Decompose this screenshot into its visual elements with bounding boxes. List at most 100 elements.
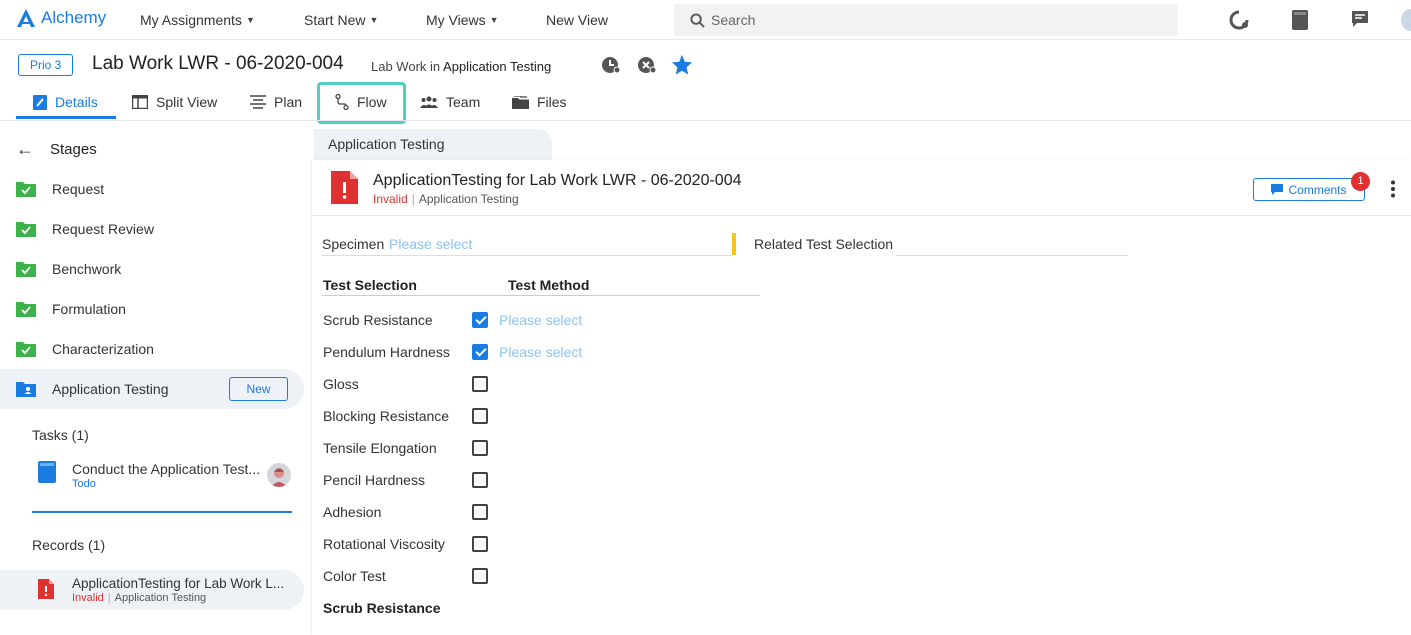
related-test-selection-label: Related Test Selection	[754, 236, 894, 252]
more-options-icon[interactable]	[1390, 180, 1396, 198]
top-navigation: Alchemy My Assignments ▼ Start New ▼ My Vi…	[0, 0, 1411, 40]
test-row-label: Adhesion	[323, 504, 382, 520]
folder-check-icon	[16, 342, 36, 357]
nav-my-views[interactable]: My Views ▼	[426, 12, 499, 28]
test-row-label: Pendulum Hardness	[323, 344, 450, 360]
folder-check-icon	[16, 182, 36, 197]
table-header-divider	[322, 295, 760, 296]
stage-breadcrumb-tab[interactable]: Application Testing	[314, 129, 552, 160]
notebook-icon[interactable]	[1292, 10, 1308, 30]
record-item[interactable]: ApplicationTesting for Lab Work L... Inv…	[0, 570, 304, 610]
test-method-select[interactable]: Please select	[499, 312, 582, 328]
tab-plan[interactable]: Plan	[250, 94, 302, 110]
stage-benchwork[interactable]: Benchwork	[0, 249, 304, 289]
test-checkbox[interactable]	[472, 536, 488, 552]
test-selection-header: Test Selection	[323, 277, 417, 293]
chevron-down-icon: ▼	[369, 15, 379, 25]
specimen-label: Specimen	[322, 236, 385, 252]
alchemy-logo-icon	[17, 9, 35, 27]
folder-check-icon	[16, 262, 36, 277]
specimen-select[interactable]: Please select	[389, 236, 472, 252]
stages-header: ← Stages	[16, 139, 97, 160]
history-icon[interactable]	[600, 54, 622, 76]
chat-icon[interactable]	[1351, 10, 1369, 28]
comments-count-badge: 1	[1351, 172, 1370, 191]
test-checkbox[interactable]	[472, 312, 488, 328]
test-row-label: Tensile Elongation	[323, 440, 437, 456]
invalid-document-icon	[38, 579, 54, 599]
chevron-down-icon: ▼	[489, 15, 499, 25]
record-title: ApplicationTesting for Lab Work L...	[72, 576, 285, 591]
test-checkbox[interactable]	[472, 376, 488, 392]
page-subtitle: Lab Work in Application Testing	[371, 59, 552, 74]
task-title: Conduct the Application Test...	[72, 461, 261, 477]
active-tab-indicator	[16, 116, 116, 119]
test-checkbox[interactable]	[472, 408, 488, 424]
test-row-label: Blocking Resistance	[323, 408, 450, 424]
record-title-heading: ApplicationTesting for Lab Work LWR - 06…	[373, 172, 742, 189]
nav-new-view[interactable]: New View	[546, 12, 608, 28]
notebook-task-icon	[38, 461, 56, 483]
assignee-avatar[interactable]	[267, 463, 291, 487]
new-button[interactable]: New	[229, 377, 288, 401]
test-method-header: Test Method	[508, 277, 590, 293]
logo-text: Alchemy	[41, 8, 107, 27]
tab-files[interactable]: Files	[512, 94, 567, 110]
test-checkbox[interactable]	[472, 472, 488, 488]
test-checkbox[interactable]	[472, 344, 488, 360]
tab-details[interactable]: Details	[33, 94, 98, 110]
test-checkbox[interactable]	[472, 440, 488, 456]
document-edit-icon	[33, 94, 47, 110]
search-icon	[690, 12, 705, 28]
tasks-section-label: Tasks (1)	[32, 427, 89, 443]
test-checkbox[interactable]	[472, 504, 488, 520]
page-title: Lab Work LWR - 06-2020-004	[92, 53, 344, 74]
stage-formulation[interactable]: Formulation	[0, 289, 304, 329]
search-input[interactable]: Search	[674, 4, 1178, 36]
flow-tab-highlight	[317, 82, 406, 124]
test-row-label: Gloss	[323, 376, 359, 392]
stages-sidebar: ← Stages Request Request Review Benchwor…	[0, 121, 312, 635]
tab-team[interactable]: Team	[420, 94, 480, 110]
user-avatar[interactable]	[1401, 9, 1411, 31]
record-subtitle: Invalid | Application Testing	[373, 192, 519, 206]
team-icon	[420, 96, 438, 108]
task-status: Todo	[72, 478, 96, 490]
folder-user-icon	[16, 382, 36, 397]
comment-icon	[1271, 184, 1284, 195]
nav-start-new[interactable]: Start New ▼	[304, 12, 378, 28]
test-row-label: Color Test	[323, 568, 386, 584]
task-progress-line	[32, 511, 292, 513]
invalid-document-icon	[331, 171, 358, 204]
required-indicator	[732, 233, 736, 255]
files-icon	[512, 95, 529, 109]
record-meta: Invalid | Application Testing	[72, 592, 207, 604]
stage-application-testing[interactable]: Application Testing New	[0, 369, 304, 409]
tab-split-view[interactable]: Split View	[132, 94, 217, 110]
specimen-underline	[322, 255, 732, 256]
priority-badge[interactable]: Prio 3	[18, 54, 74, 76]
split-view-icon	[132, 95, 148, 109]
plan-lines-icon	[250, 95, 266, 109]
related-test-selection-input[interactable]	[896, 255, 1128, 256]
test-row-label: Rotational Viscosity	[323, 536, 445, 552]
chevron-down-icon: ▼	[245, 15, 255, 25]
folder-check-icon	[16, 302, 36, 317]
records-section-label: Records (1)	[32, 537, 106, 553]
favorite-star-icon[interactable]	[670, 54, 694, 76]
task-item[interactable]: Conduct the Application Test... Todo	[38, 461, 260, 490]
card-header-divider	[312, 215, 1411, 216]
stage-request-review[interactable]: Request Review	[0, 209, 304, 249]
test-checkbox[interactable]	[472, 568, 488, 584]
alchemy-logo[interactable]: Alchemy	[16, 8, 106, 28]
test-method-select[interactable]: Please select	[499, 344, 582, 360]
back-arrow-icon[interactable]: ←	[16, 139, 34, 160]
recent-activity-icon[interactable]	[1229, 10, 1249, 30]
stage-characterization[interactable]: Characterization	[0, 329, 304, 369]
folder-check-icon	[16, 222, 36, 237]
comments-button[interactable]: Comments	[1253, 178, 1365, 201]
cancel-history-icon[interactable]	[636, 54, 658, 76]
nav-my-assignments[interactable]: My Assignments ▼	[140, 12, 255, 28]
section-heading: Scrub Resistance	[323, 600, 441, 616]
stage-request[interactable]: Request	[0, 169, 304, 209]
